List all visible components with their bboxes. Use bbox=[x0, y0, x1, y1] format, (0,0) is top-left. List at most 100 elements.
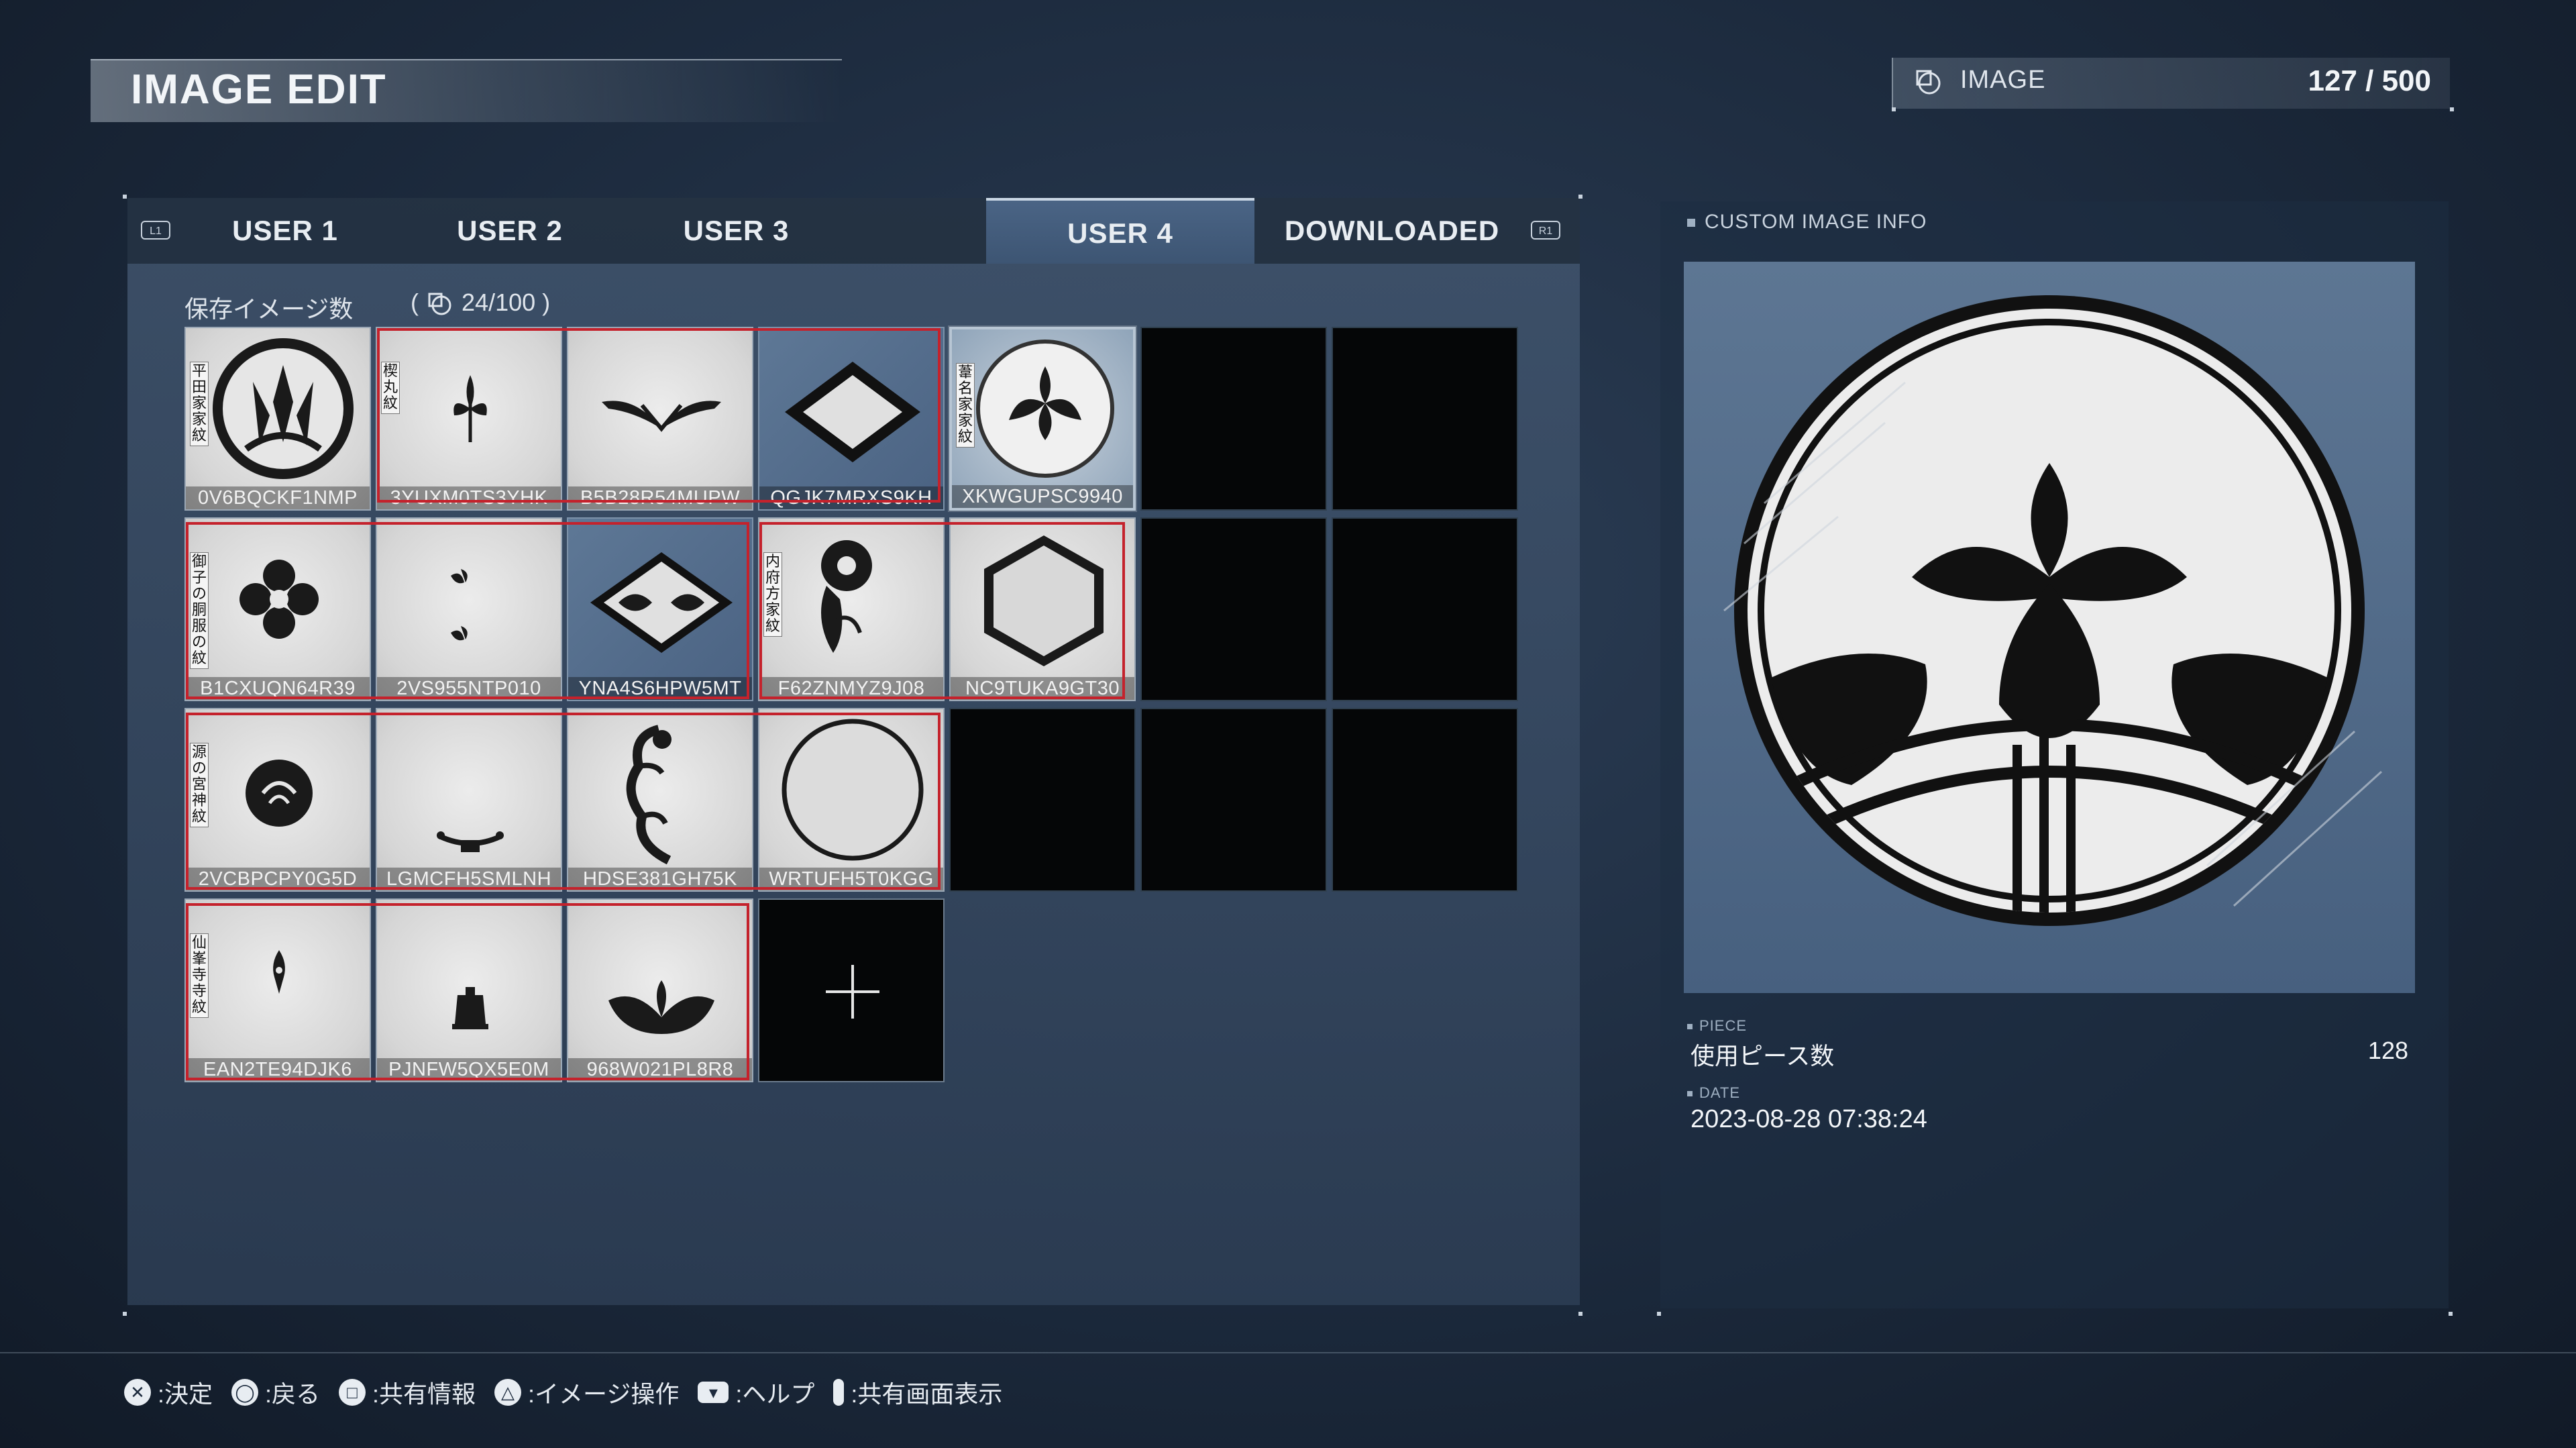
piece-heading: PIECE bbox=[1687, 1017, 1747, 1035]
wings-icon bbox=[602, 401, 721, 432]
hint-label: :イメージ操作 bbox=[528, 1380, 680, 1408]
hint-share-info[interactable]: □ :共有情報 bbox=[339, 1375, 476, 1410]
tile-code: 0V6BQCKF1NMP bbox=[186, 486, 370, 509]
corner-dot bbox=[1892, 107, 1896, 111]
image-counter-value: 127 / 500 bbox=[2308, 64, 2432, 97]
sprout-icon bbox=[453, 375, 487, 442]
tile-code: NC9TUKA9GT30 bbox=[951, 677, 1134, 700]
tomoe-icon bbox=[246, 760, 313, 827]
image-preview bbox=[1684, 262, 2415, 993]
tab-user-2[interactable]: USER 2 bbox=[396, 198, 624, 264]
tile-code: 3YUXM0TS3YHK bbox=[377, 486, 561, 509]
tile-label: 源の宮 神紋 bbox=[190, 743, 209, 827]
image-tile[interactable]: QGJK7MRXS9KH bbox=[758, 327, 945, 511]
touchpad-button-icon: ▾ bbox=[698, 1382, 729, 1403]
image-tile[interactable]: 平田家 家紋 0V6BQCKF1NMP bbox=[184, 327, 371, 511]
tab-user-1[interactable]: USER 1 bbox=[174, 198, 396, 264]
image-tile[interactable]: 源の宮 神紋 2VCBPCPY0G5D bbox=[184, 708, 371, 892]
image-tile[interactable]: 968W021PL8R8 bbox=[567, 898, 753, 1082]
tile-code: F62ZNMYZ9J08 bbox=[759, 677, 943, 700]
bell-icon bbox=[452, 987, 488, 1029]
image-tile[interactable]: 御子の胴服の紋 B1CXUQN64R39 bbox=[184, 517, 371, 701]
hint-back[interactable]: ◯ :戻る bbox=[231, 1375, 320, 1410]
image-tile[interactable]: HDSE381GH75K bbox=[567, 708, 753, 892]
image-tile[interactable]: 仙峯寺 寺紋 EAN2TE94DJK6 bbox=[184, 898, 371, 1082]
image-stack-icon bbox=[1916, 70, 1941, 95]
button-hint-bar: ✕ :決定 ◯ :戻る □ :共有情報 △ :イメージ操作 ▾ :ヘルプ :共有… bbox=[124, 1376, 1002, 1409]
image-tile[interactable]: 2VS955NTP010 bbox=[376, 517, 562, 701]
tile-label: 仙峯寺 寺紋 bbox=[190, 933, 209, 1018]
tile-code: 968W021PL8R8 bbox=[568, 1058, 752, 1081]
hint-confirm[interactable]: ✕ :決定 bbox=[124, 1375, 213, 1410]
saved-close-paren: ) bbox=[542, 289, 551, 316]
hint-label: :決定 bbox=[158, 1380, 213, 1408]
saved-count-value: 24/100 bbox=[462, 289, 536, 316]
hint-label: :共有情報 bbox=[372, 1380, 476, 1408]
image-tile[interactable]: 楔丸 紋 3YUXM0TS3YHK bbox=[376, 327, 562, 511]
image-tile[interactable]: PJNFW5QX5E0M bbox=[376, 898, 562, 1082]
piece-count-value: 128 bbox=[2367, 1037, 2408, 1064]
flower-crest-icon bbox=[239, 560, 319, 639]
image-tile[interactable]: B5B28R54MUPW bbox=[567, 327, 753, 511]
tab-bar: L1 USER 1 USER 2 USER 3 USER 4 DOWNLOADE… bbox=[127, 198, 1580, 264]
tile-code: QGJK7MRXS9KH bbox=[759, 486, 943, 509]
empty-slot[interactable] bbox=[1140, 327, 1327, 511]
info-title: CUSTOM IMAGE INFO bbox=[1687, 211, 1927, 234]
date-value: 2023-08-28 07:38:24 bbox=[1690, 1105, 1927, 1133]
corner-dot bbox=[123, 1312, 127, 1316]
stand-icon bbox=[437, 831, 504, 852]
empty-slot[interactable] bbox=[949, 708, 1136, 892]
chrysanthemum-crest-icon bbox=[821, 540, 872, 653]
fern-scroll-icon bbox=[626, 725, 672, 865]
tile-label: 御子の胴服の紋 bbox=[190, 552, 209, 669]
empty-slot[interactable] bbox=[1332, 708, 1518, 892]
empty-slot[interactable] bbox=[1140, 517, 1327, 701]
hint-label: :ヘルプ bbox=[735, 1380, 815, 1408]
saved-images-count: ( 24/100 ) bbox=[411, 289, 550, 317]
tile-label: 内府方 家紋 bbox=[763, 552, 782, 637]
tile-code: 2VCBPCPY0G5D bbox=[186, 868, 370, 890]
corner-dot bbox=[1578, 1312, 1582, 1316]
tile-code: WRTUFH5T0KGG bbox=[759, 868, 943, 890]
tile-label: 楔丸 紋 bbox=[381, 362, 400, 414]
image-tile[interactable]: WRTUFH5T0KGG bbox=[758, 708, 945, 892]
image-tile[interactable]: 内府方 家紋 F62ZNMYZ9J08 bbox=[758, 517, 945, 701]
empty-slot[interactable] bbox=[1332, 327, 1518, 511]
l1-button-icon[interactable]: L1 bbox=[141, 221, 170, 240]
hint-label: :戻る bbox=[265, 1380, 321, 1408]
tab-user-4[interactable]: USER 4 bbox=[986, 198, 1254, 264]
iris-crest-icon bbox=[976, 340, 1114, 478]
image-tile[interactable]: LGMCFH5SMLNH bbox=[376, 708, 562, 892]
hint-label: :共有画面表示 bbox=[851, 1380, 1003, 1408]
plus-icon bbox=[851, 965, 854, 1019]
triangle-button-icon: △ bbox=[494, 1379, 522, 1406]
tile-code: HDSE381GH75K bbox=[568, 868, 752, 890]
tile-code: 2VS955NTP010 bbox=[377, 677, 561, 700]
hint-image-operation[interactable]: △ :イメージ操作 bbox=[494, 1375, 679, 1410]
piece-count-label: 使用ピース数 bbox=[1690, 1042, 1835, 1070]
image-tile-selected[interactable]: 葦名家 家紋 XKWGUPSC9940 bbox=[949, 327, 1136, 511]
corner-dot bbox=[2449, 1312, 2453, 1316]
bamboo-leaves-crest-icon bbox=[213, 338, 354, 479]
tab-downloaded[interactable]: DOWNLOADED bbox=[1254, 198, 1529, 264]
image-tile[interactable]: NC9TUKA9GT30 bbox=[949, 517, 1136, 701]
add-image-button[interactable] bbox=[758, 898, 945, 1082]
circle-button-icon: ◯ bbox=[231, 1379, 259, 1406]
empty-slot[interactable] bbox=[1140, 708, 1327, 892]
hint-help[interactable]: ▾ :ヘルプ bbox=[698, 1375, 814, 1410]
image-tile[interactable]: YNA4S6HPW5MT bbox=[567, 517, 753, 701]
cross-button-icon: ✕ bbox=[124, 1379, 151, 1406]
r1-button-icon[interactable]: R1 bbox=[1531, 221, 1560, 240]
corner-dot bbox=[123, 195, 127, 199]
footer-divider bbox=[0, 1352, 2576, 1353]
image-counter: IMAGE 127 / 500 bbox=[1892, 58, 2450, 109]
image-counter-label: IMAGE bbox=[1960, 66, 2046, 94]
ginkgo-icon bbox=[608, 980, 714, 1034]
tab-user-3[interactable]: USER 3 bbox=[624, 198, 849, 264]
empty-slot[interactable] bbox=[1332, 517, 1518, 701]
twin-sprouts-icon bbox=[451, 569, 468, 641]
saved-images-label: 保存イメージ数 bbox=[184, 295, 354, 323]
ring-icon bbox=[782, 719, 924, 861]
hint-share-screen[interactable]: :共有画面表示 bbox=[833, 1375, 1002, 1410]
tile-label: 平田家 家紋 bbox=[190, 362, 209, 446]
